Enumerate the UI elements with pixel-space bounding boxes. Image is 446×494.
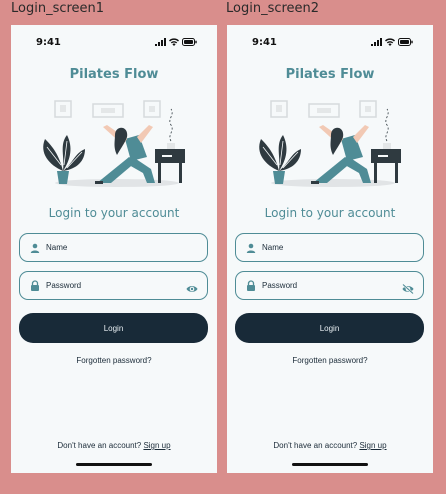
signup-link[interactable]: Sign up xyxy=(359,441,386,450)
password-field[interactable] xyxy=(19,271,208,300)
password-input[interactable] xyxy=(46,281,176,290)
login-heading: Login to your account xyxy=(264,206,396,220)
home-indicator xyxy=(292,463,368,466)
signup-prompt: Don't have an account? xyxy=(57,441,144,450)
name-field[interactable] xyxy=(19,233,208,262)
battery-icon xyxy=(182,38,197,46)
person-icon xyxy=(246,243,256,253)
login-heading: Login to your account xyxy=(48,206,180,220)
login-button[interactable]: Login xyxy=(235,313,424,343)
lock-icon xyxy=(30,280,40,291)
status-time: 9:41 xyxy=(36,37,61,48)
app-brand: Pilates Flow xyxy=(69,67,159,82)
login-screen-2: 9:41 Pilates Flow Login to your account … xyxy=(227,25,433,473)
signup-row: Don't have an account? Sign up xyxy=(11,441,217,450)
frame-label-2: Login_screen2 xyxy=(226,1,320,16)
password-input[interactable] xyxy=(262,281,392,290)
login-button[interactable]: Login xyxy=(19,313,208,343)
home-indicator xyxy=(76,463,152,466)
signal-icon xyxy=(371,38,382,46)
name-input[interactable] xyxy=(46,243,176,252)
app-brand: Pilates Flow xyxy=(285,67,375,82)
forgot-password-link[interactable]: Forgotten password? xyxy=(11,356,217,365)
wifi-icon xyxy=(169,38,179,46)
status-bar: 9:41 xyxy=(11,37,217,49)
signal-icon xyxy=(155,38,166,46)
name-field[interactable] xyxy=(235,233,424,262)
person-icon xyxy=(30,243,40,253)
login-screen-1: 9:41 Pilates Flow Login to your account … xyxy=(11,25,217,473)
eye-off-icon[interactable] xyxy=(402,281,414,295)
pilates-illustration xyxy=(259,100,401,187)
battery-icon xyxy=(398,38,413,46)
status-time: 9:41 xyxy=(252,37,277,48)
forgot-password-link[interactable]: Forgotten password? xyxy=(227,356,433,365)
signup-prompt: Don't have an account? xyxy=(273,441,360,450)
signup-row: Don't have an account? Sign up xyxy=(227,441,433,450)
password-field[interactable] xyxy=(235,271,424,300)
status-bar: 9:41 xyxy=(227,37,433,49)
wifi-icon xyxy=(385,38,395,46)
lock-icon xyxy=(246,280,256,291)
signup-link[interactable]: Sign up xyxy=(143,441,170,450)
pilates-illustration xyxy=(43,100,185,187)
frame-label-1: Login_screen1 xyxy=(11,1,105,16)
name-input[interactable] xyxy=(262,243,392,252)
eye-icon[interactable] xyxy=(186,281,198,292)
